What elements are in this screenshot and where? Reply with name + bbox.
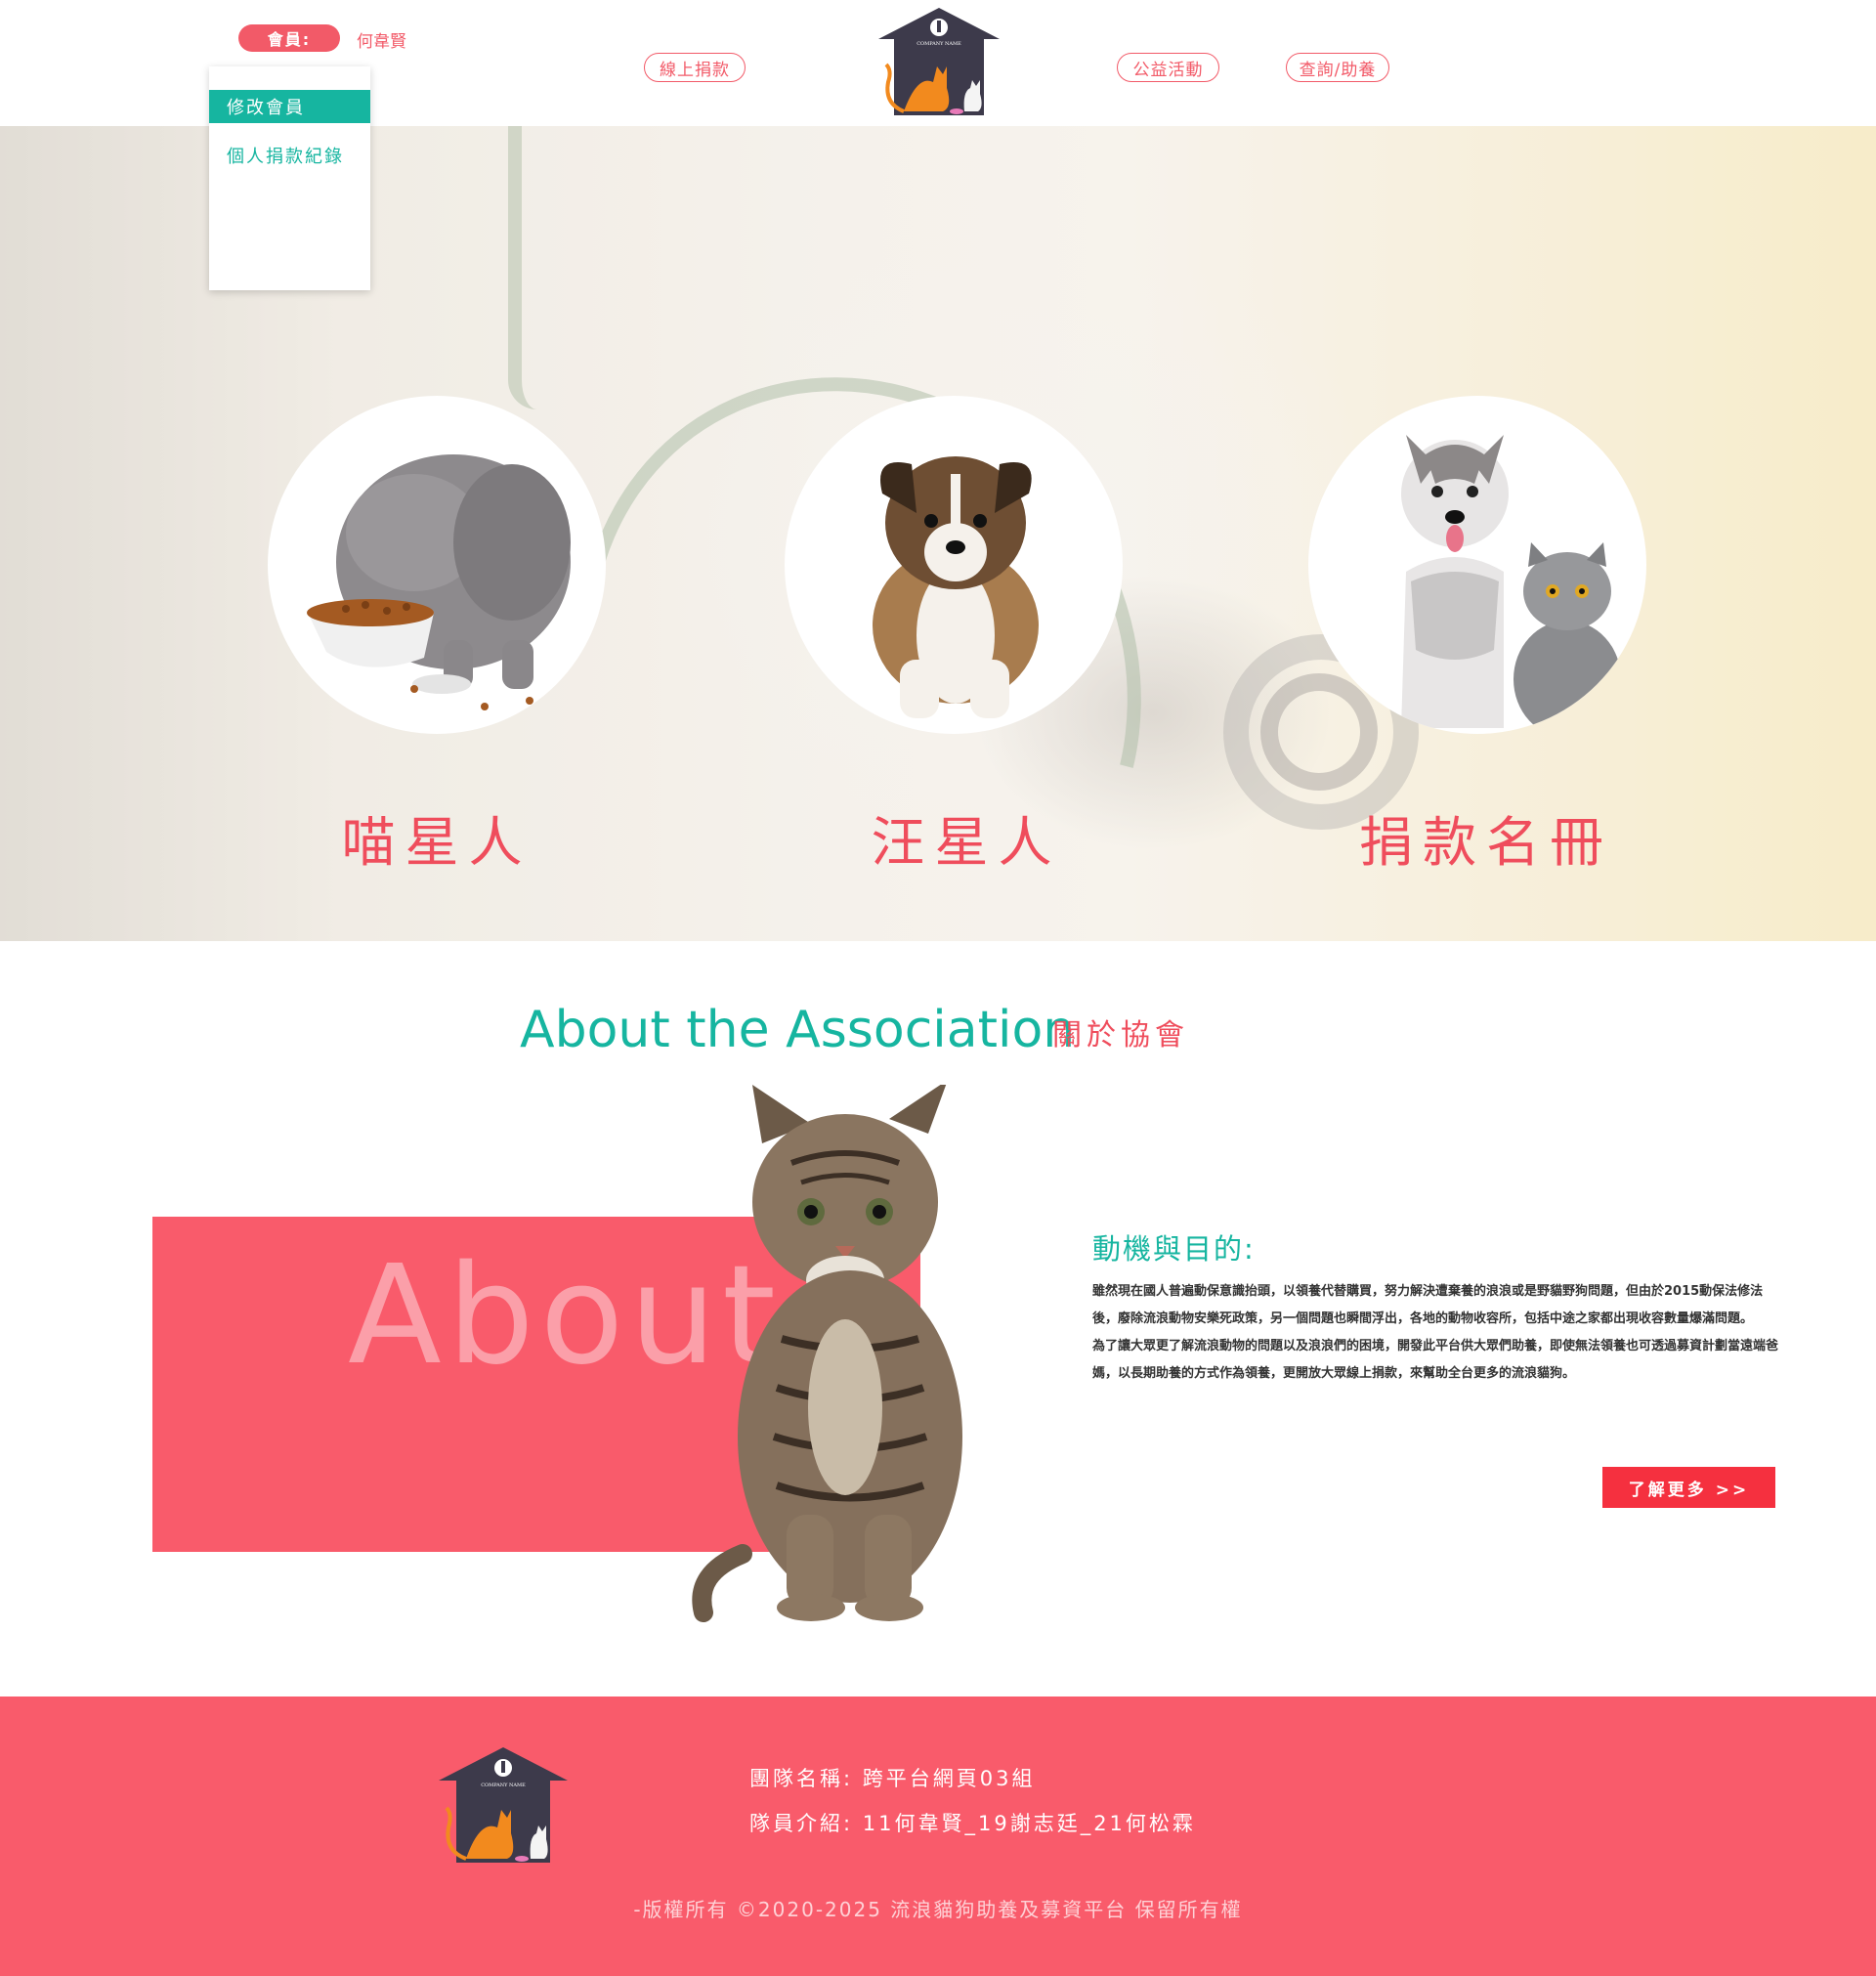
husky-and-cat-icon [1401,435,1621,734]
card-cats-label[interactable]: 喵星人 [268,798,606,877]
footer-logo: COMPANY NAME [439,1747,568,1863]
footer-logo-text: COMPANY NAME [481,1783,526,1788]
card-cats-image[interactable] [268,396,606,734]
motive-paragraph-2: 為了讓大眾更了解流浪動物的問題以及浪浪們的困境，開發此平台供大眾們助養，即使無法… [1092,1339,1779,1381]
nav-charity-events[interactable]: 公益活動 [1117,53,1219,82]
about-title: About the Association [520,1001,1076,1059]
card-dogs-label[interactable]: 汪星人 [797,798,1135,877]
team-members: 隊員介紹: 11何韋賢_19謝志廷_21何松霖 [749,1812,1196,1835]
site-logo[interactable]: COMPANY NAME [874,6,1003,117]
card-donation-list-image[interactable] [1308,396,1646,734]
site-footer: COMPANY NAME 團隊名稱: 跨平台網頁03組 隊員介紹: 11何韋賢_… [0,1697,1876,1976]
motive-paragraphs: 雖然現在國人普遍動保意識抬頭，以領養代替購買，努力解決遭棄養的浪浪或是野貓野狗問… [1092,1278,1784,1388]
learn-more-button[interactable]: 了解更多 >> [1602,1467,1775,1508]
about-subtitle: 關於協會 [1052,1018,1189,1052]
motive-paragraph-1: 雖然現在國人普遍動保意識抬頭，以領養代替購買，努力解決遭棄養的浪浪或是野貓野狗問… [1092,1284,1764,1326]
puppy-icon [873,456,1039,718]
nav-online-donation[interactable]: 線上捐款 [644,53,746,82]
tabby-kitten-image [692,1085,962,1622]
motive-title: 動機與目的: [1092,1232,1256,1266]
card-dogs-image[interactable] [785,396,1123,734]
member-name[interactable]: 何韋賢 [357,27,406,52]
card-donation-list-label[interactable]: 捐款名冊 [1317,798,1655,877]
kitten-eating-icon [307,454,571,710]
nav-search-sponsor[interactable]: 查詢/助養 [1286,53,1389,82]
copyright-text: -版權所有 ©2020-2025 流浪貓狗助養及募資平台 保留所有權 [633,1898,1243,1921]
team-name: 團隊名稱: 跨平台網頁03組 [749,1767,1036,1790]
member-badge[interactable]: 會員: [238,24,340,52]
menu-item-donation-records[interactable]: 個人捐款紀錄 [209,139,370,172]
member-dropdown-menu: 修改會員 個人捐款紀錄 [209,66,370,290]
menu-item-edit-member[interactable]: 修改會員 [209,90,370,123]
logo-text: COMPANY NAME [917,41,961,47]
